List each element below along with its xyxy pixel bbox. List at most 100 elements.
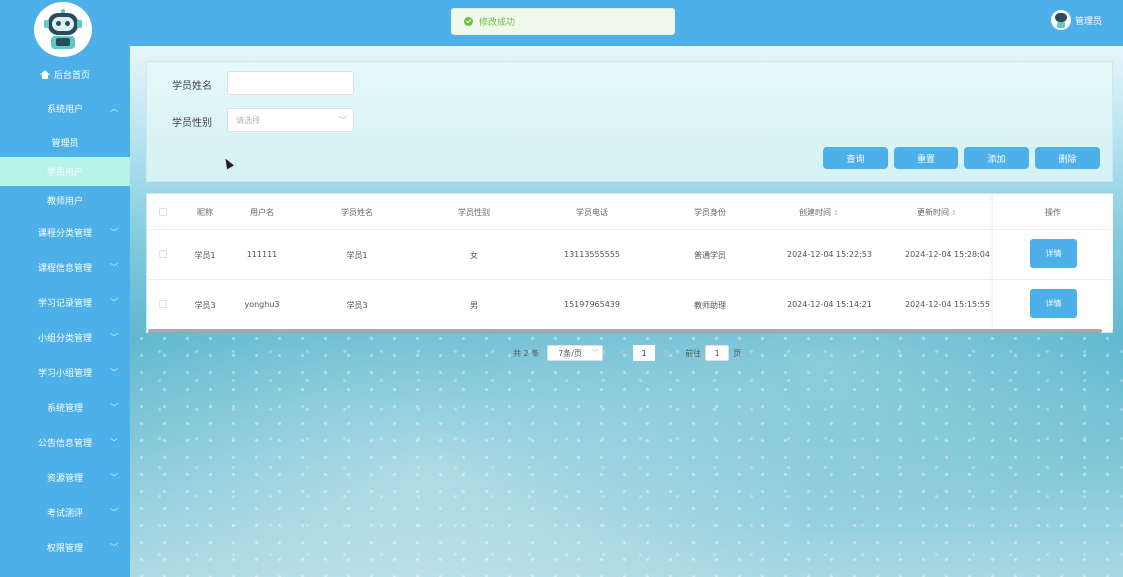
sidebar-item-announcements[interactable]: 公告信息管理 ﹀ <box>0 425 130 460</box>
header-created[interactable]: 创建时间 ⇕ <box>799 207 849 218</box>
horizontal-scrollbar[interactable] <box>148 329 1102 333</box>
sidebar-item-exams[interactable]: 考试测评 ﹀ <box>0 495 130 530</box>
sidebar-item-label: 小组分类管理 <box>37 334 92 344</box>
cell-phone: 13113555555 <box>564 250 620 259</box>
row-divider <box>993 279 1113 280</box>
student-name-label: 学员姓名 <box>172 81 212 92</box>
toast-message: 修改成功 <box>479 18 516 28</box>
select-placeholder: 请选择 <box>236 115 260 125</box>
header-identity: 学员身份 <box>694 208 726 217</box>
header-gender: 学员性别 <box>458 208 490 217</box>
row-checkbox[interactable] <box>159 300 167 308</box>
sidebar-item-label: 系统管理 <box>46 404 83 414</box>
prev-page-button[interactable]: < <box>611 345 633 361</box>
student-gender-select[interactable]: 请选择 ﹀ <box>227 108 354 132</box>
sidebar-item-label: 课程分类管理 <box>37 229 92 239</box>
chevron-down-icon: ﹀ <box>110 438 118 447</box>
sidebar-item-student-users[interactable]: 学员用户 <box>0 157 130 186</box>
add-button[interactable]: 添加 <box>964 147 1029 169</box>
page-size-select[interactable]: 7条/页 ﹀ <box>547 345 604 361</box>
student-gender-label: 学员性别 <box>172 118 212 129</box>
search-panel: 学员姓名 学员性别 请选择 ﹀ 查询 重置 添加 删除 <box>146 61 1113 182</box>
sidebar-menu: 后台首页 系统用户 ︿ 管理员 学员用户 教师用户 课程分类管理 ﹀ 课程信息管… <box>0 60 130 565</box>
sidebar-item-group-category[interactable]: 小组分类管理 ﹀ <box>0 320 130 355</box>
cell-name: 学员3 <box>346 301 368 310</box>
cell-updated: 2024-12-04 15:28:04 <box>905 250 990 259</box>
header-actions: 操作 <box>1045 208 1061 217</box>
success-check-icon <box>464 17 473 26</box>
sidebar-item-label: 管理员 <box>51 139 79 149</box>
sidebar-item-course-category[interactable]: 课程分类管理 ﹀ <box>0 215 130 250</box>
action-column: 操作 详情 详情 <box>993 194 1113 330</box>
sidebar-item-label: 课程信息管理 <box>37 264 92 274</box>
logo <box>34 2 92 57</box>
sort-icon[interactable]: ⇕ <box>951 209 957 217</box>
row-divider <box>993 229 1113 230</box>
pagination: 共 2 条 7条/页 ﹀ < 1 > 前往 1 页 <box>513 345 741 361</box>
sidebar-item-system-manage[interactable]: 系统管理 ﹀ <box>0 390 130 425</box>
header-name: 学员姓名 <box>341 208 373 217</box>
reset-button[interactable]: 重置 <box>894 147 958 169</box>
cell-identity: 普通学员 <box>694 251 726 260</box>
chevron-down-icon: ﹀ <box>110 263 118 272</box>
goto-page-input[interactable]: 1 <box>705 345 730 361</box>
sidebar-item-label: 资源管理 <box>46 474 83 484</box>
row-checkbox[interactable] <box>159 250 167 258</box>
chevron-down-icon: ﹀ <box>110 333 118 342</box>
query-button[interactable]: 查询 <box>823 147 888 169</box>
cell-identity: 教师助理 <box>694 301 726 310</box>
cell-username: 111111 <box>246 250 278 259</box>
page-number-current[interactable]: 1 <box>633 345 656 361</box>
chevron-down-icon: ﹀ <box>110 543 118 552</box>
username-label: 管理员 <box>1075 16 1103 27</box>
header-updated[interactable]: 更新时间 ⇕ <box>917 207 967 218</box>
chevron-down-icon: ﹀ <box>110 473 118 482</box>
robot-logo-icon <box>43 8 83 51</box>
delete-button[interactable]: 删除 <box>1035 147 1100 169</box>
sidebar-item-resources[interactable]: 资源管理 ﹀ <box>0 460 130 495</box>
sidebar-item-system-users[interactable]: 系统用户 ︿ <box>0 88 130 128</box>
chevron-down-icon: ﹀ <box>110 368 118 377</box>
cell-created: 2024-12-04 15:14:21 <box>787 300 872 309</box>
sidebar-item-label: 学员用户 <box>46 168 83 178</box>
cell-nickname: 学员1 <box>194 251 216 260</box>
cell-created: 2024-12-04 15:22:53 <box>787 250 872 259</box>
cell-nickname: 学员3 <box>194 301 216 310</box>
cell-gender: 男 <box>470 301 478 310</box>
header-username: 用户名 <box>250 208 274 217</box>
home-icon <box>39 69 50 79</box>
sidebar-item-course-info[interactable]: 课程信息管理 ﹀ <box>0 250 130 285</box>
next-page-button[interactable]: > <box>655 345 677 361</box>
header-created-label: 创建时间 <box>799 208 831 217</box>
select-all-checkbox[interactable] <box>159 208 167 216</box>
sidebar-item-label: 教师用户 <box>46 197 83 207</box>
sidebar-item-label: 权限管理 <box>46 544 83 554</box>
row-divider <box>147 279 1113 280</box>
header-nickname: 昵称 <box>197 208 213 217</box>
sidebar-item-home[interactable]: 后台首页 <box>0 60 130 88</box>
avatar <box>1051 10 1071 30</box>
chevron-down-icon: ﹀ <box>110 298 118 307</box>
cell-updated: 2024-12-04 15:15:55 <box>905 300 990 309</box>
sidebar: 后台首页 系统用户 ︿ 管理员 学员用户 教师用户 课程分类管理 ﹀ 课程信息管… <box>0 0 130 577</box>
detail-button[interactable]: 详情 <box>1030 239 1077 268</box>
sidebar-item-study-records[interactable]: 学习记录管理 ﹀ <box>0 285 130 320</box>
cell-name: 学员1 <box>346 251 368 260</box>
sidebar-item-study-groups[interactable]: 学习小组管理 ﹀ <box>0 355 130 390</box>
sidebar-item-label: 学习记录管理 <box>37 299 92 309</box>
chevron-down-icon: ﹀ <box>110 508 118 517</box>
sort-icon[interactable]: ⇕ <box>833 209 839 217</box>
student-name-input[interactable] <box>227 71 354 95</box>
sidebar-item-permissions[interactable]: 权限管理 ﹀ <box>0 530 130 565</box>
sidebar-item-label: 系统用户 <box>46 104 83 115</box>
user-menu[interactable]: 管理员 <box>1051 10 1102 30</box>
cell-phone: 15197965439 <box>564 300 620 309</box>
detail-button[interactable]: 详情 <box>1030 289 1077 318</box>
goto-label: 前往 <box>685 348 702 358</box>
sidebar-item-teacher-users[interactable]: 教师用户 <box>0 186 130 215</box>
header-phone: 学员电话 <box>576 208 608 217</box>
student-table: 昵称 用户名 学员姓名 学员性别 学员电话 学员身份 创建时间 ⇕ 更新时间 ⇕ 学… <box>146 193 1113 333</box>
cell-gender: 女 <box>470 251 478 260</box>
sidebar-item-admins[interactable]: 管理员 <box>0 128 130 157</box>
header-updated-label: 更新时间 <box>917 208 949 217</box>
